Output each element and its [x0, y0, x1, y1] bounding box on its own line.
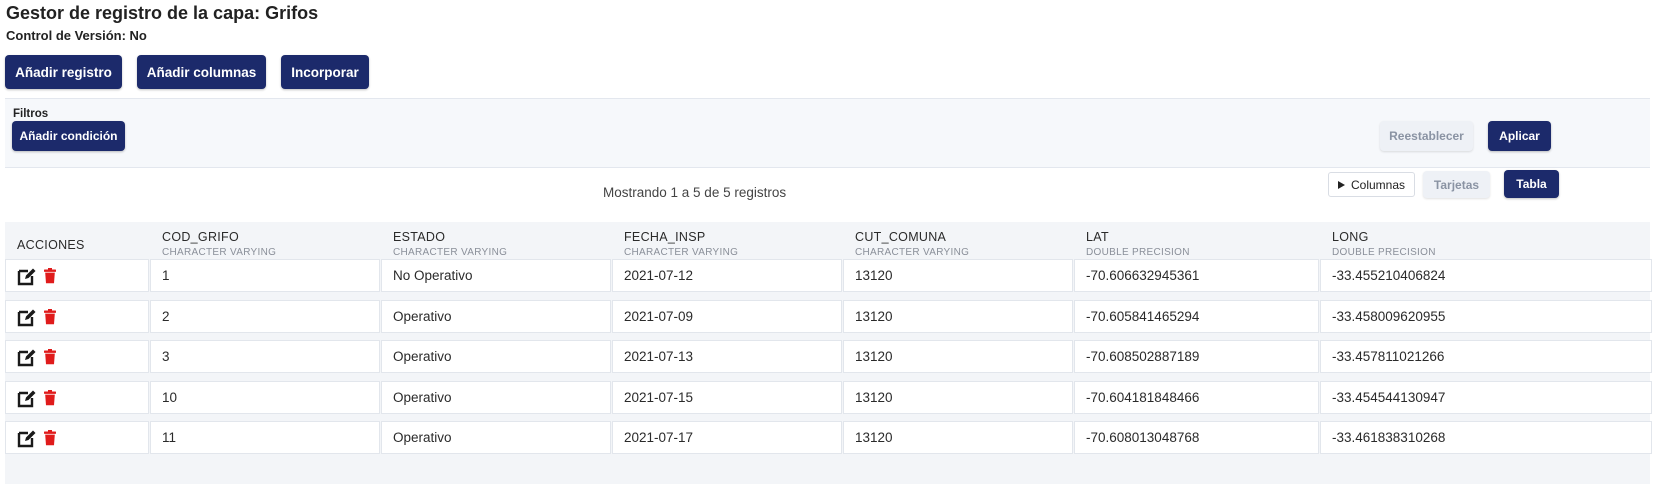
table-cell: -70.606632945361 — [1074, 259, 1319, 292]
version-control-info: Control de Versión: No — [6, 28, 147, 43]
version-control-label: Control de Versión: — [6, 28, 126, 43]
table-cell: -33.461838310268 — [1320, 421, 1652, 454]
cards-view-button[interactable]: Tarjetas — [1423, 171, 1490, 198]
table-cell: 13120 — [843, 300, 1073, 333]
column-header-long[interactable]: LONG DOUBLE PRECISION — [1332, 230, 1436, 258]
column-type: CHARACTER VARYING — [624, 247, 739, 258]
table-cell: 13120 — [843, 340, 1073, 373]
table-cell: 2021-07-17 — [612, 421, 842, 454]
table-cell: 2 — [150, 300, 380, 333]
edit-icon[interactable] — [17, 428, 37, 448]
column-header-cod-grifo[interactable]: COD_GRIFO CHARACTER VARYING — [162, 230, 276, 258]
records-info: Mostrando 1 a 5 de 5 registros — [603, 185, 787, 200]
columns-toggle-button[interactable]: Columnas — [1328, 172, 1415, 197]
column-name: FECHA_INSP — [624, 230, 706, 244]
table-cell: Operativo — [381, 381, 611, 414]
column-type: CHARACTER VARYING — [162, 247, 277, 258]
table-cell: 2021-07-15 — [612, 381, 842, 414]
row-actions — [5, 421, 149, 454]
add-record-button[interactable]: Añadir registro — [5, 55, 122, 89]
table-cell: 13120 — [843, 381, 1073, 414]
trash-icon[interactable] — [43, 267, 57, 284]
columns-button-label: Columnas — [1350, 177, 1406, 192]
table-cell: -70.605841465294 — [1074, 300, 1319, 333]
table-cell: 13120 — [843, 421, 1073, 454]
row-actions — [5, 340, 149, 373]
table-cell: -33.455210406824 — [1320, 259, 1652, 292]
row-actions — [5, 300, 149, 333]
add-columns-button[interactable]: Añadir columnas — [137, 55, 266, 89]
actions-column-header: ACCIONES — [17, 238, 85, 252]
add-condition-button[interactable]: Añadir condición — [12, 121, 125, 151]
edit-icon[interactable] — [17, 347, 37, 367]
column-header-cut-comuna[interactable]: CUT_COMUNA CHARACTER VARYING — [855, 230, 969, 258]
table-cell: 13120 — [843, 259, 1073, 292]
filters-label: Filtros — [13, 108, 49, 120]
table-cell: -33.458009620955 — [1320, 300, 1652, 333]
trash-icon[interactable] — [43, 348, 57, 365]
trash-icon[interactable] — [43, 429, 57, 446]
column-type: CHARACTER VARYING — [855, 247, 970, 258]
table-cell: -33.457811021266 — [1320, 340, 1652, 373]
records-table: ACCIONES COD_GRIFO CHARACTER VARYING EST… — [5, 222, 1652, 484]
column-type: DOUBLE PRECISION — [1332, 247, 1436, 258]
table-cell: 1 — [150, 259, 380, 292]
trash-icon[interactable] — [43, 308, 57, 325]
incorporate-button[interactable]: Incorporar — [281, 55, 369, 89]
row-actions — [5, 381, 149, 414]
version-control-value: No — [129, 28, 147, 43]
column-header-estado[interactable]: ESTADO CHARACTER VARYING — [393, 230, 507, 258]
table-cell: No Operativo — [381, 259, 611, 292]
row-actions — [5, 259, 149, 292]
play-icon — [1337, 180, 1345, 189]
table-cell: Operativo — [381, 300, 611, 333]
column-name: ESTADO — [393, 230, 446, 244]
column-name: LONG — [1332, 230, 1369, 244]
column-type: DOUBLE PRECISION — [1086, 247, 1190, 258]
table-cell: Operativo — [381, 421, 611, 454]
table-cell: 11 — [150, 421, 380, 454]
column-header-lat[interactable]: LAT DOUBLE PRECISION — [1086, 230, 1190, 258]
table-cell: 2021-07-13 — [612, 340, 842, 373]
page-title: Gestor de registro de la capa: Grifos — [6, 3, 319, 23]
table-cell: -70.608502887189 — [1074, 340, 1319, 373]
table-cell: -70.608013048768 — [1074, 421, 1319, 454]
reset-button[interactable]: Reestablecer — [1380, 121, 1473, 151]
edit-icon[interactable] — [17, 266, 37, 286]
apply-button[interactable]: Aplicar — [1488, 121, 1551, 151]
filters-panel: Filtros Añadir condición Reestablecer Ap… — [5, 98, 1650, 168]
column-name: COD_GRIFO — [162, 230, 240, 244]
table-cell: 10 — [150, 381, 380, 414]
table-cell: 2021-07-09 — [612, 300, 842, 333]
table-cell: Operativo — [381, 340, 611, 373]
edit-icon[interactable] — [17, 388, 37, 408]
table-cell: 3 — [150, 340, 380, 373]
table-cell: -70.604181848466 — [1074, 381, 1319, 414]
column-header-fecha-insp[interactable]: FECHA_INSP CHARACTER VARYING — [624, 230, 738, 258]
edit-icon[interactable] — [17, 307, 37, 327]
column-name: LAT — [1086, 230, 1109, 244]
trash-icon[interactable] — [43, 389, 57, 406]
table-view-button[interactable]: Tabla — [1504, 170, 1559, 198]
column-type: CHARACTER VARYING — [393, 247, 508, 258]
table-cell: -33.454544130947 — [1320, 381, 1652, 414]
column-name: CUT_COMUNA — [855, 230, 947, 244]
table-cell: 2021-07-12 — [612, 259, 842, 292]
